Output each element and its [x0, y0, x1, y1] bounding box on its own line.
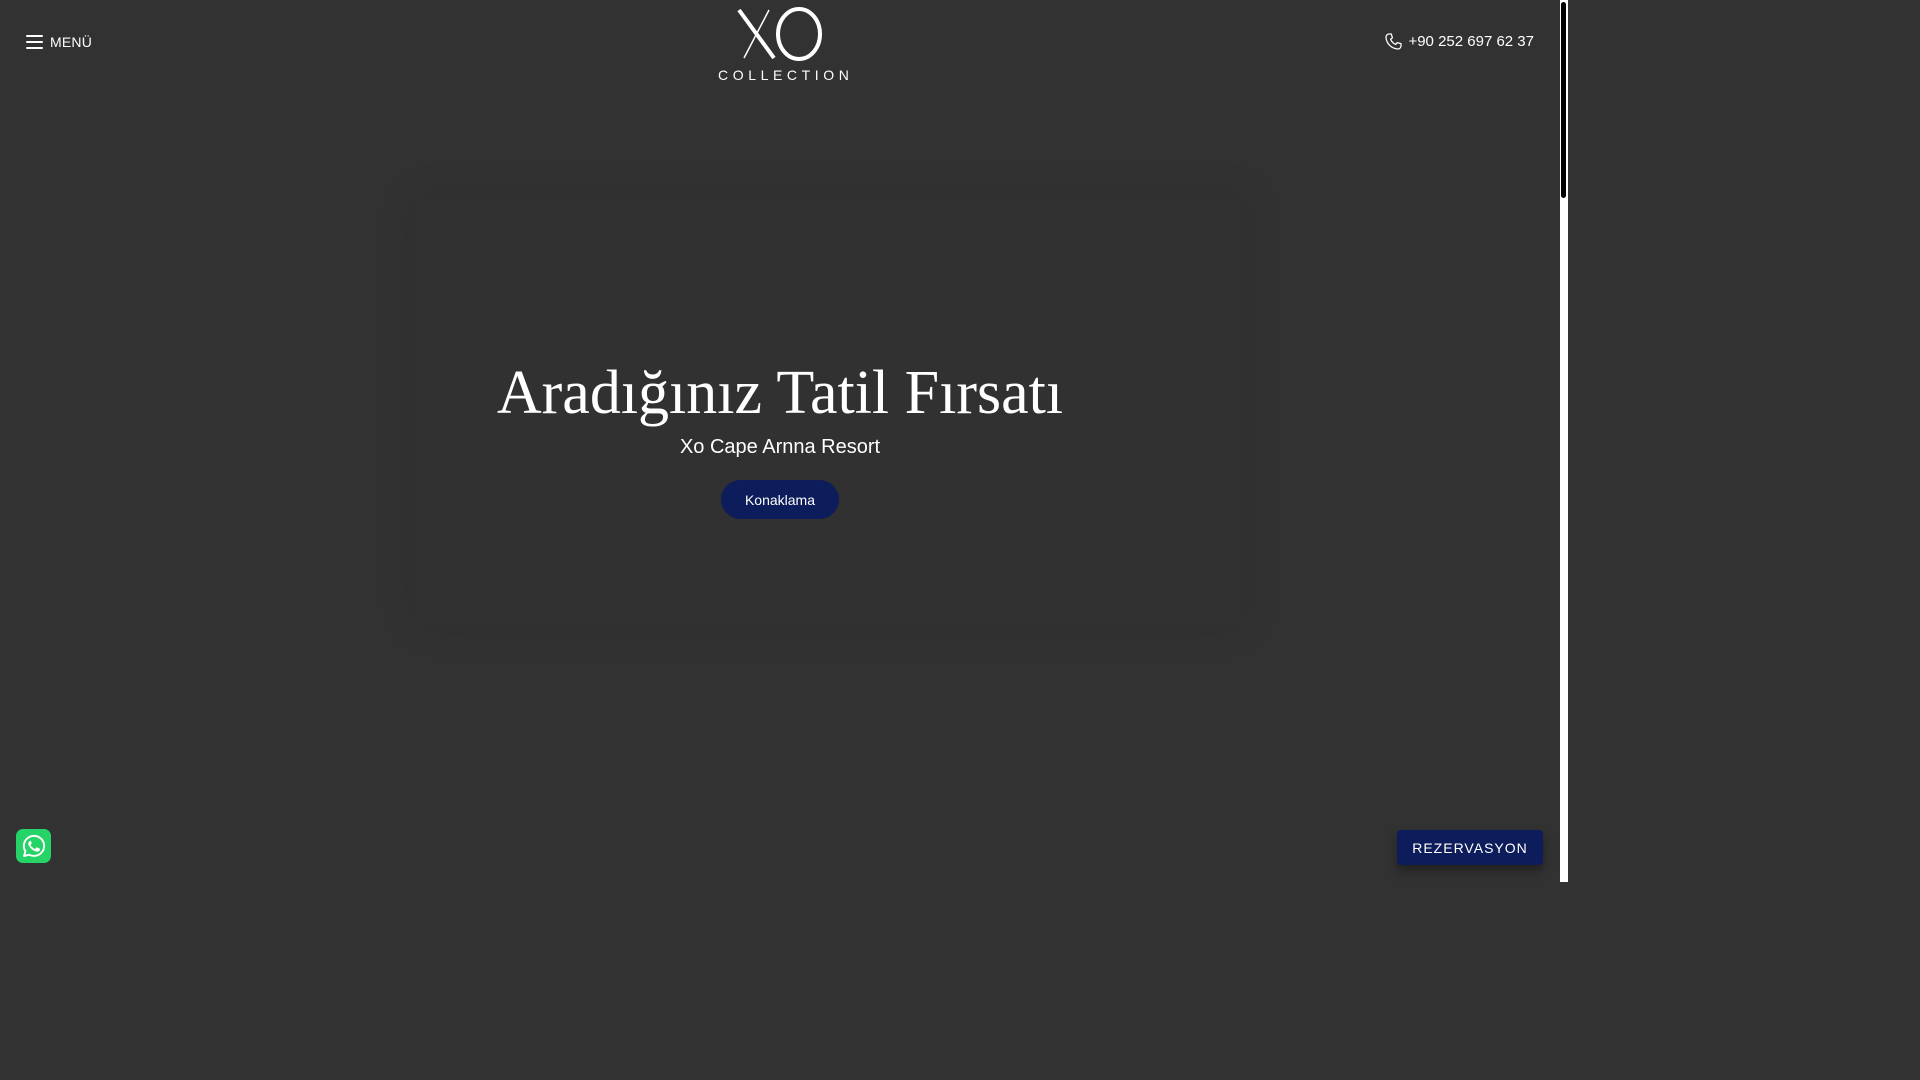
xo-monogram-logo	[737, 7, 822, 61]
hero-subtitle: Xo Cape Arnna Resort	[679, 436, 881, 458]
menu-button[interactable]: MENÜ	[26, 34, 92, 50]
phone-icon	[1385, 33, 1403, 50]
hamburger-icon	[26, 35, 43, 49]
page-scrollbar[interactable]	[1560, 0, 1568, 882]
reservation-button[interactable]: REZERVASYON	[1397, 830, 1543, 865]
whatsapp-icon	[22, 834, 45, 857]
phone-number: +90 252 697 62 37	[1408, 33, 1534, 50]
menu-label: MENÜ	[50, 34, 93, 50]
hero-title: Aradığınız Tatil Fırsatı	[496, 359, 1064, 427]
scrollbar-thumb[interactable]	[1561, 2, 1566, 198]
xo-collection-logo[interactable]: COLLECTION	[714, 6, 854, 84]
phone-link[interactable]: +90 252 697 62 37	[1384, 32, 1534, 51]
accommodation-button[interactable]: Konaklama	[721, 480, 839, 519]
whatsapp-button[interactable]	[16, 829, 51, 863]
logo-wordmark: COLLECTION	[718, 67, 854, 83]
page: MENÜ COLLECTION +90 252 697 62 37 Aradığ…	[0, 0, 1568, 882]
